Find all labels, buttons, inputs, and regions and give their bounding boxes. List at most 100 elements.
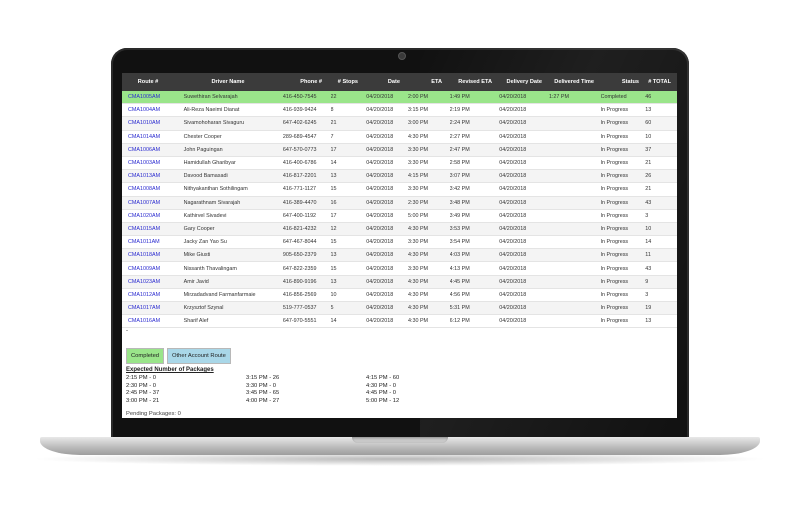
cell-phone: 905-650-2379 (282, 252, 317, 259)
cell-status: In Progress (600, 291, 629, 298)
route-link[interactable]: CMA1020AM (122, 213, 180, 219)
table-row[interactable]: CMA1006AM John Paguingan 647-570-0773 17 04/… (122, 143, 677, 157)
cell-eta: 2:30 PM (407, 199, 429, 206)
table-row[interactable]: CMA1004AM Ali-Reza Naeimi Dianat 416-939-9… (122, 104, 677, 118)
header-status[interactable]: Status (598, 79, 643, 85)
route-link[interactable]: CMA1003AM (122, 160, 180, 166)
route-link[interactable]: CMA1012AM (122, 292, 180, 298)
route-link[interactable]: CMA1018AM (122, 252, 180, 258)
cell-total: 10 (645, 225, 652, 232)
route-link[interactable]: CMA1004AM (122, 107, 180, 113)
route-link[interactable]: CMA1007AM (122, 200, 180, 206)
cell-date: 04/20/2018 (366, 133, 394, 140)
cell-status: In Progress (600, 212, 629, 219)
table-row[interactable]: CMA1010AM Sivamohoharan Sivaguru 647-402-6… (122, 117, 677, 131)
table-row[interactable]: CMA1018AM Mike Giusti 905-650-2379 13 04/20/… (122, 249, 677, 263)
table-row[interactable]: CMA1020AM Kathirvel Sivadevi 647-400-1192 1… (122, 210, 677, 223)
header-total[interactable]: # TOTAL (643, 79, 675, 85)
table-row[interactable]: CMA1008AM Nithyakanthan Sothilingam 416-77… (122, 183, 677, 197)
cell-date: 04/20/2018 (366, 278, 394, 285)
cell-date: 04/20/2018 (366, 186, 394, 193)
cell-driver-name: Mirzadadvand Farmanfarmaie (183, 291, 256, 298)
cell-delivery-date: 04/20/2018 (499, 225, 527, 232)
route-link[interactable]: CMA1013AM (122, 173, 180, 179)
cell-revised-eta: 1:49 PM (449, 94, 470, 101)
cell-total: 37 (645, 146, 652, 153)
package-entry: 4:30 PM - 0 (366, 382, 396, 389)
legend: Completed Other Account Route (126, 348, 231, 364)
cell-phone: 416-389-4470 (282, 199, 317, 206)
route-link[interactable]: CMA1015AM (122, 226, 180, 232)
cell-total: 19 (645, 305, 652, 312)
table-row[interactable]: CMA1014AM Chester Cooper 289-689-4547 7 04/2… (122, 131, 677, 144)
cell-eta: 4:30 PM (407, 133, 429, 140)
header-driver-name[interactable]: Driver Name (174, 79, 278, 85)
cell-date: 04/20/2018 (366, 305, 394, 312)
cell-revised-eta: 3:42 PM (449, 186, 470, 193)
table-header: Route # Driver Name Phone # # Stops Date… (122, 73, 677, 91)
table-row[interactable]: CMA1023AM Amir Javid 416-890-9196 13 04/20/2… (122, 275, 677, 289)
header-stops[interactable]: # Stops (326, 79, 362, 85)
table-row[interactable]: CMA1017AM Krzysztof Szynal 519-777-0537 5 04… (122, 302, 677, 316)
cell-stops: 15 (330, 265, 337, 272)
cell-eta: 4:30 PM (407, 225, 429, 232)
cell-eta: 2:00 PM (407, 94, 429, 101)
screen: Route # Driver Name Phone # # Stops Date… (122, 73, 677, 418)
header-phone[interactable]: Phone # (278, 79, 326, 85)
cell-delivery-date: 04/20/2018 (499, 120, 527, 127)
table-row[interactable]: CMA1011AM Jacky Zan Yao Su 647-467-8044 15 0… (122, 236, 677, 250)
route-link[interactable]: CMA1006AM (122, 147, 180, 153)
cell-phone: 519-777-0537 (282, 305, 317, 312)
route-link[interactable]: CMA1014AM (122, 134, 180, 140)
package-entry: 4:45 PM - 0 (366, 390, 396, 396)
route-link[interactable]: CMA1010AM (122, 120, 180, 126)
route-link[interactable]: CMA1017AM (122, 305, 180, 311)
package-entry: 5:00 PM - 12 (366, 397, 400, 404)
header-delivery-date[interactable]: Delivery Date (496, 79, 546, 85)
cell-eta: 4:30 PM (407, 305, 429, 312)
table-row[interactable]: CMA1003AM Hamidullah Gharibyar 416-400-678… (122, 157, 677, 171)
cell-total: 14 (645, 239, 652, 246)
cell-revised-eta: 3:48 PM (449, 199, 470, 206)
cell-stops: 13 (330, 278, 337, 285)
cell-eta: 4:30 PM (407, 291, 429, 298)
package-entry: 4:15 PM - 60 (366, 375, 400, 381)
cell-revised-eta: 4:13 PM (449, 265, 470, 272)
cell-date: 04/20/2018 (366, 160, 394, 167)
table-row[interactable]: CMA1016AM Sharif Alef 647-970-5551 14 04/20/… (122, 315, 677, 329)
package-entry: 2:30 PM - 0 (126, 382, 156, 389)
table-row[interactable]: CMA1007AM Nagarathnam Sivarajah 416-389-44… (122, 196, 677, 210)
table-row[interactable]: CMA1013AM Davood Bamasadi 416-817-2201 13 04… (122, 170, 677, 184)
route-link[interactable]: CMA1005AM (122, 94, 180, 100)
cell-driver-name: Chester Cooper (183, 133, 222, 140)
route-link[interactable]: CMA1008AM (122, 186, 180, 192)
cell-phone: 647-400-1192 (282, 212, 317, 219)
table-row[interactable]: CMA1005AM Suwethiran Selvarajah 416-450-75… (122, 91, 677, 105)
camera-icon (398, 52, 406, 60)
route-link[interactable]: CMA1023AM (122, 279, 180, 285)
cell-phone: 647-970-5551 (282, 318, 317, 325)
cell-stops: 10 (330, 291, 337, 298)
cell-phone: 416-890-9196 (282, 278, 317, 285)
cell-eta: 4:30 PM (407, 318, 429, 325)
cell-status: Completed (600, 94, 627, 101)
cell-eta: 3:30 PM (407, 265, 429, 272)
packages-title: Expected Number of Packages (126, 367, 214, 373)
header-route[interactable]: Route # (122, 79, 174, 85)
route-link[interactable]: CMA1011AM (122, 239, 180, 245)
table-row[interactable]: CMA1012AM Mirzadadvand Farmanfarmaie 416-8… (122, 289, 677, 302)
route-link[interactable]: CMA1016AM (122, 318, 180, 324)
table-row[interactable]: CMA1009AM Nissanth Thavalingam 647-822-235… (122, 262, 677, 276)
header-eta[interactable]: ETA (404, 79, 446, 85)
table-row[interactable]: CMA1015AM Gary Cooper 416-821-4232 12 04/20/… (122, 222, 677, 237)
cell-revised-eta: 3:54 PM (449, 239, 470, 246)
cell-revised-eta: 6:12 PM (449, 318, 470, 325)
cell-stops: 5 (330, 305, 334, 312)
cell-driver-name: Nithyakanthan Sothilingam (183, 186, 248, 193)
header-revised-eta[interactable]: Revised ETA (446, 79, 496, 85)
header-date[interactable]: Date (362, 79, 404, 85)
cell-driver-name: Krzysztof Szynal (183, 305, 224, 312)
header-delivered-time[interactable]: Delivered Time (546, 79, 598, 85)
route-link[interactable]: CMA1009AM (122, 266, 180, 272)
cell-stops: 8 (330, 107, 334, 114)
